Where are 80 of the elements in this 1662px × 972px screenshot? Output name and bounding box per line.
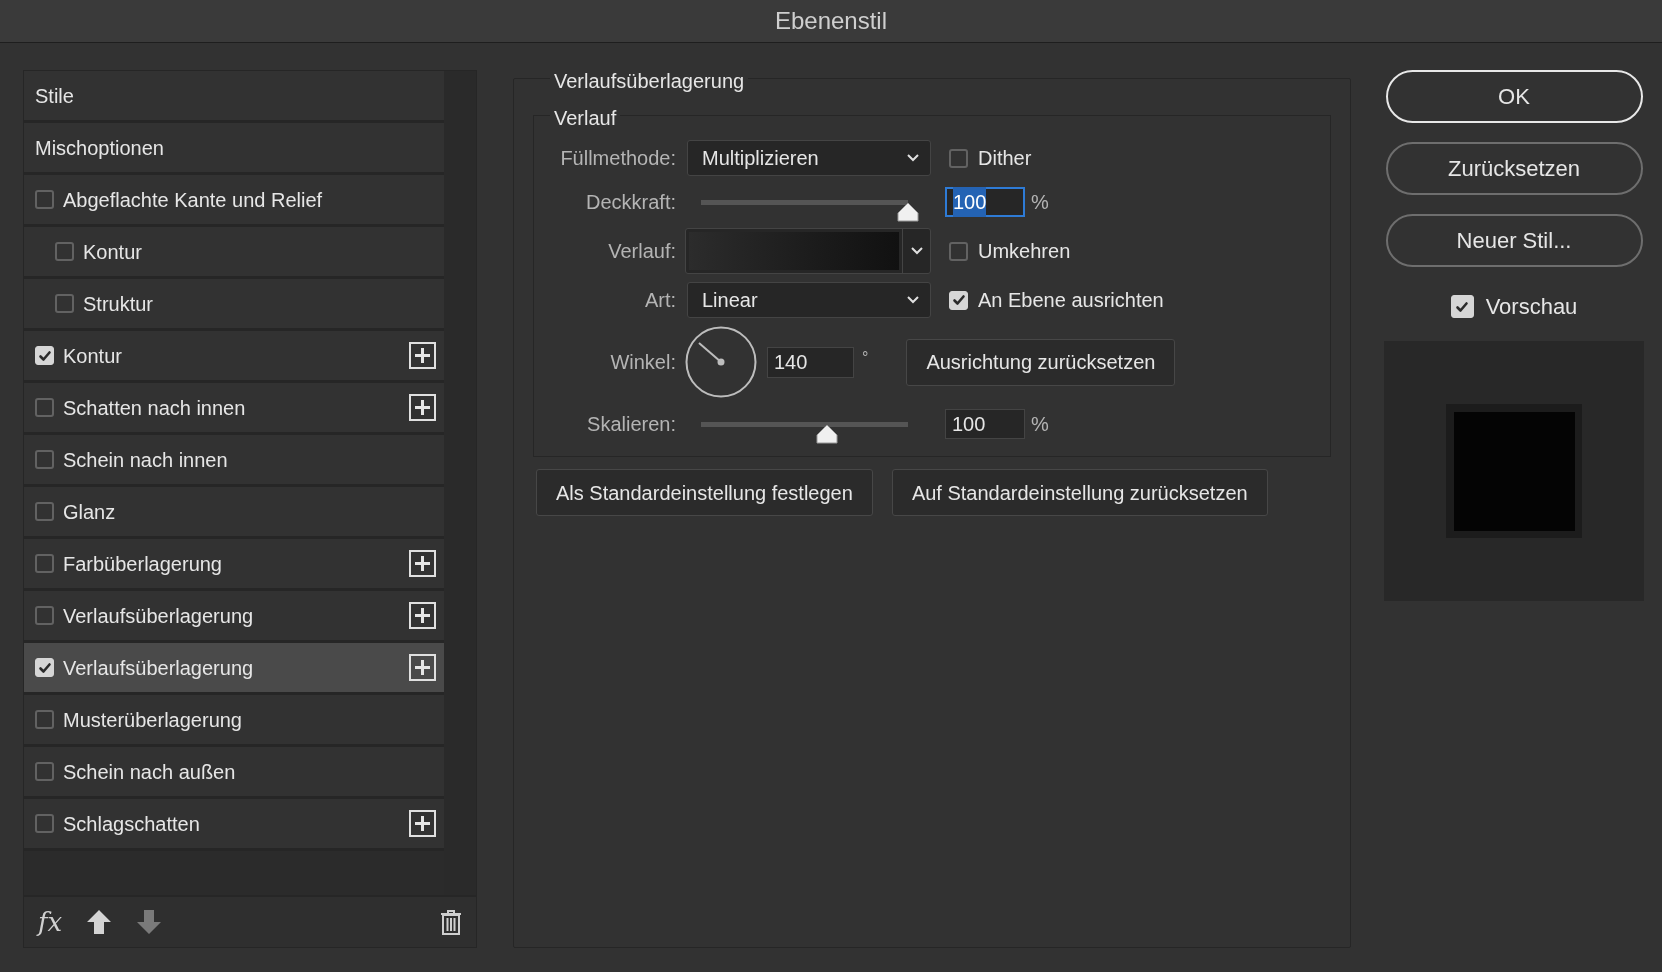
checkbox[interactable] xyxy=(35,554,54,573)
plus-icon xyxy=(414,399,431,416)
checkbox[interactable] xyxy=(35,398,54,417)
dialog-button[interactable]: Neuer Stil... xyxy=(1385,214,1643,267)
checkbox[interactable] xyxy=(35,190,54,209)
style-list-item[interactable]: Schein nach außen xyxy=(24,747,444,799)
number-field[interactable]: 140 xyxy=(767,346,854,378)
dialog-button[interactable]: Auf Standardeinstellung zurücksetzen xyxy=(891,469,1268,516)
window-title: Ebenenstil xyxy=(774,6,888,36)
plus-icon xyxy=(414,347,431,364)
checkbox[interactable] xyxy=(35,450,54,469)
field-label: Füllmethode: xyxy=(559,146,676,171)
field-label: Winkel: xyxy=(609,350,676,375)
style-list-item[interactable]: Abgeflachte Kante und Relief xyxy=(24,175,444,227)
style-list-item[interactable]: Glanz xyxy=(24,487,444,539)
field-label: Deckkraft: xyxy=(584,190,676,215)
checkbox[interactable] xyxy=(35,502,54,521)
style-list-item[interactable]: Musterüberlagerung xyxy=(24,695,444,747)
plus-button[interactable] xyxy=(409,550,436,577)
field-label: Verlauf: xyxy=(607,239,676,264)
plus-button[interactable] xyxy=(409,810,436,837)
chevron-down-icon xyxy=(909,246,924,256)
dialog-button[interactable]: OK xyxy=(1385,70,1643,123)
plus-button[interactable] xyxy=(409,654,436,681)
style-list-item[interactable]: Schatten nach innen xyxy=(24,383,444,435)
fx-button[interactable]: fx xyxy=(38,902,63,942)
checkbox[interactable] xyxy=(949,148,968,168)
angle-dial[interactable] xyxy=(685,326,757,398)
slider-thumb[interactable] xyxy=(897,201,919,222)
dropdown[interactable]: Linear xyxy=(687,282,931,318)
unit-label: ° xyxy=(862,348,869,368)
reset-alignment-button[interactable]: Ausrichtung zurücksetzen xyxy=(906,338,1176,386)
checkbox[interactable] xyxy=(35,762,54,781)
slider-thumb[interactable] xyxy=(816,423,839,444)
style-list-item[interactable]: Kontur xyxy=(24,331,444,383)
unit-label: % xyxy=(1031,412,1049,437)
checkbox[interactable] xyxy=(55,294,74,313)
plus-button[interactable] xyxy=(409,342,436,369)
field-label: Art: xyxy=(643,288,676,313)
dialog-button[interactable]: Als Standardeinstellung festlegen xyxy=(536,469,873,516)
number-field[interactable]: 100 xyxy=(945,187,1025,217)
checkbox-label: Umkehren xyxy=(978,239,1071,264)
checkbox[interactable] xyxy=(35,814,54,833)
plus-button[interactable] xyxy=(409,602,436,629)
style-list-item[interactable]: Verlaufsüberlagerung xyxy=(24,643,444,695)
style-list-item[interactable]: Kontur xyxy=(24,227,444,279)
arrow-down-icon xyxy=(136,908,163,936)
style-list-item[interactable]: Farbüberlagerung xyxy=(24,539,444,591)
style-list-item[interactable]: Verlaufsüberlagerung xyxy=(24,591,444,643)
checkbox[interactable] xyxy=(35,710,54,729)
chevron-down-icon xyxy=(906,153,920,163)
checkmark-icon xyxy=(1455,299,1470,314)
style-list-item[interactable]: Schlagschatten xyxy=(24,799,444,851)
arrow-up-icon xyxy=(86,908,113,936)
plus-icon xyxy=(414,607,431,624)
plus-icon xyxy=(414,659,431,676)
style-list-item[interactable]: Struktur xyxy=(24,279,444,331)
unit-label: % xyxy=(1031,190,1049,215)
checkmark-icon xyxy=(951,293,966,307)
plus-icon xyxy=(414,815,431,832)
checkbox-label: Vorschau xyxy=(1485,293,1578,321)
checkbox[interactable] xyxy=(35,606,54,625)
style-list-item[interactable]: Stile xyxy=(24,71,444,123)
dialog-button[interactable]: Zurücksetzen xyxy=(1385,142,1643,195)
trash-icon xyxy=(440,909,462,935)
plus-button[interactable] xyxy=(409,394,436,421)
dropdown[interactable]: Multiplizieren xyxy=(687,140,931,176)
number-field[interactable]: 100 xyxy=(945,409,1025,439)
checkbox-label: Dither xyxy=(978,146,1032,171)
plus-icon xyxy=(414,555,431,572)
checkbox-label: An Ebene ausrichten xyxy=(978,288,1164,313)
checkbox[interactable] xyxy=(949,241,968,261)
checkbox[interactable] xyxy=(55,242,74,261)
chevron-down-icon xyxy=(906,295,920,305)
checkmark-icon xyxy=(37,348,52,363)
style-list-item[interactable]: Mischoptionen xyxy=(24,123,444,175)
gradient-picker[interactable] xyxy=(685,228,931,274)
checkmark-icon xyxy=(37,660,52,675)
field-label: Skalieren: xyxy=(586,412,676,437)
style-list-item[interactable]: Schein nach innen xyxy=(24,435,444,487)
